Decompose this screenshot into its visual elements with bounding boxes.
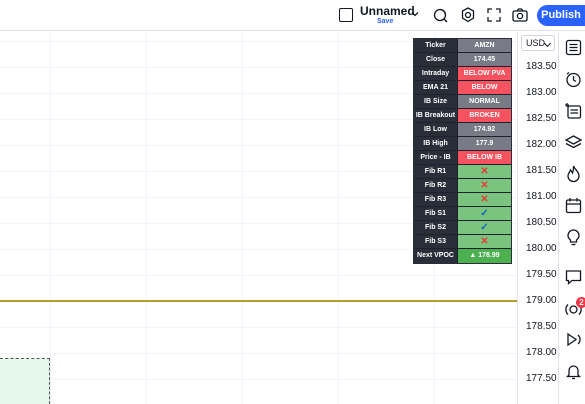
table-row-value: 174.92 bbox=[458, 123, 511, 136]
price-tick-label: 177.50 bbox=[526, 373, 557, 384]
table-row: Price - IB BELOW IB bbox=[414, 151, 511, 165]
table-row: IB Low 174.92 bbox=[414, 123, 511, 137]
layout-toggle-icon[interactable] bbox=[339, 8, 353, 22]
table-row: Close 174.45 bbox=[414, 53, 511, 67]
range-box[interactable] bbox=[0, 358, 50, 404]
table-row-value: 177.9 bbox=[458, 137, 511, 150]
table-row-label: Fib S1 bbox=[414, 207, 458, 220]
hotlists-flame-icon[interactable] bbox=[564, 164, 583, 183]
horizontal-price-line[interactable] bbox=[0, 300, 517, 302]
table-row-label: Fib S3 bbox=[414, 235, 458, 248]
grid-line bbox=[50, 32, 51, 404]
table-row-value: ▲ 178.99 bbox=[458, 249, 511, 263]
ideas-lightbulb-icon[interactable] bbox=[564, 228, 583, 247]
object-tree-icon[interactable] bbox=[564, 102, 583, 121]
replay-play-icon[interactable] bbox=[564, 330, 583, 349]
table-row-label: IB Breakout bbox=[414, 109, 458, 122]
table-row-value: BELOW bbox=[458, 81, 511, 94]
table-row-value: NORMAL bbox=[458, 95, 511, 108]
chevron-down-icon[interactable] bbox=[411, 10, 419, 18]
table-row: IB BreakoutBROKEN DOWN bbox=[414, 109, 511, 132]
table-row-value: BELOW PVA bbox=[458, 67, 511, 80]
table-row: Fib R2 ✕ bbox=[414, 179, 511, 193]
camera-icon[interactable] bbox=[511, 6, 529, 24]
check-icon: ✓ bbox=[458, 207, 511, 220]
check-icon: ✓ bbox=[458, 221, 511, 234]
grid-line bbox=[0, 327, 517, 328]
table-row-label: Fib R3 bbox=[414, 193, 458, 206]
notification-badge: 2 bbox=[576, 297, 585, 308]
price-tick-label: 181.50 bbox=[526, 165, 557, 176]
table-row-label: Ticker bbox=[414, 39, 458, 52]
top-toolbar: Unnamed Save Publish bbox=[0, 0, 585, 31]
table-row: Fib S3 ✕ bbox=[414, 235, 511, 249]
watchlist-icon[interactable] bbox=[564, 38, 583, 57]
cross-icon: ✕ bbox=[458, 165, 511, 178]
price-tick-label: 181.00 bbox=[526, 191, 557, 202]
price-axis[interactable]: USD 183.50 183.00 182.50 182.00 181.50 181.00… bbox=[517, 32, 558, 404]
publish-button[interactable]: Publish bbox=[537, 5, 585, 26]
table-row-value: BROKEN DOWN bbox=[458, 109, 511, 132]
alerts-clock-icon[interactable] bbox=[564, 70, 583, 89]
grid-line bbox=[146, 32, 147, 404]
table-row-label: Price - IB bbox=[414, 151, 458, 164]
price-tick-label: 183.50 bbox=[526, 61, 557, 72]
grid-line bbox=[242, 32, 243, 404]
table-row-label: Close bbox=[414, 53, 458, 66]
table-row: Next VPOC ▲ 178.99 bbox=[414, 249, 511, 263]
settings-icon[interactable] bbox=[459, 6, 477, 24]
chats-icon[interactable] bbox=[564, 268, 583, 287]
table-row: Fib S2 ✓ bbox=[414, 221, 511, 235]
table-row-label: Fib S2 bbox=[414, 221, 458, 234]
table-row: IB High 177.9 bbox=[414, 137, 511, 151]
table-row-label: IB Size bbox=[414, 95, 458, 108]
notifications-bell-icon[interactable] bbox=[564, 362, 583, 381]
grid-line bbox=[0, 353, 517, 354]
price-tick-label: 179.50 bbox=[526, 269, 557, 280]
price-tick-label: 178.50 bbox=[526, 321, 557, 332]
table-row: IB Size NORMAL bbox=[414, 95, 511, 109]
table-row-label: EMA 21 bbox=[414, 81, 458, 94]
table-row-label: IB Low bbox=[414, 123, 458, 136]
table-row-label: IB High bbox=[414, 137, 458, 150]
table-row: Fib S1 ✓ bbox=[414, 207, 511, 221]
currency-label: USD bbox=[526, 38, 546, 48]
price-tick-label: 183.00 bbox=[526, 87, 557, 98]
fullscreen-icon[interactable] bbox=[485, 6, 503, 24]
chevron-down-icon bbox=[543, 39, 552, 48]
price-tick-label: 182.00 bbox=[526, 139, 557, 150]
grid-line bbox=[0, 275, 517, 276]
price-tick-label: 178.00 bbox=[526, 347, 557, 358]
table-row: Fib R3 ✕ bbox=[414, 193, 511, 207]
grid-line bbox=[0, 379, 517, 380]
save-link[interactable]: Save bbox=[377, 18, 393, 25]
table-row-value: BELOW IB bbox=[458, 151, 511, 164]
table-row-value: 174.45 bbox=[458, 53, 511, 66]
table-row-value: AMZN bbox=[458, 39, 511, 52]
table-row: EMA 21 BELOW bbox=[414, 81, 511, 95]
indicator-table: Ticker AMZN Close 174.45 Intraday BELOW PVA EM… bbox=[413, 38, 512, 264]
cross-icon: ✕ bbox=[458, 235, 511, 248]
table-row-label: Fib R1 bbox=[414, 165, 458, 178]
layout-name[interactable]: Unnamed bbox=[360, 5, 415, 18]
calendar-icon[interactable] bbox=[564, 196, 583, 215]
table-row: Intraday BELOW PVA bbox=[414, 67, 511, 81]
table-row-label: Intraday bbox=[414, 67, 458, 80]
table-row-label: Fib R2 bbox=[414, 179, 458, 192]
layers-icon[interactable] bbox=[564, 133, 583, 152]
price-tick-label: 179.00 bbox=[526, 295, 557, 306]
table-row-label: Next VPOC bbox=[414, 249, 458, 263]
currency-selector[interactable]: USD bbox=[521, 35, 555, 51]
price-tick-label: 180.00 bbox=[526, 243, 557, 254]
price-tick-label: 182.50 bbox=[526, 113, 557, 124]
cross-icon: ✕ bbox=[458, 193, 511, 206]
table-row: Fib R1 ✕ bbox=[414, 165, 511, 179]
right-sidebar: 2 bbox=[558, 32, 585, 404]
table-row: Ticker AMZN bbox=[414, 39, 511, 53]
cross-icon: ✕ bbox=[458, 179, 511, 192]
quick-search-icon[interactable] bbox=[432, 6, 450, 24]
grid-line bbox=[338, 32, 339, 404]
price-tick-label: 180.50 bbox=[526, 217, 557, 228]
